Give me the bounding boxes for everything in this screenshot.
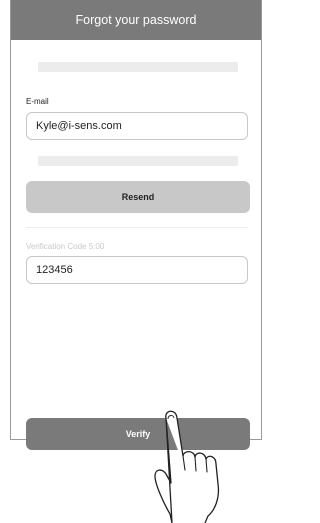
email-value: Kyle@i-sens.com — [36, 120, 122, 132]
section-divider — [26, 227, 248, 228]
email-label: E-mail — [26, 97, 49, 106]
text-placeholder-middle — [38, 156, 238, 166]
phone-screen: Forgot your password E-mail Kyle@i-sens.… — [10, 0, 262, 450]
verification-code-label: Verification Code 5:00 — [26, 242, 105, 251]
page-title: Forgot your password — [75, 13, 197, 27]
verification-code-value: 123456 — [36, 264, 73, 276]
header-bar: Forgot your password — [11, 0, 261, 40]
verification-code-field[interactable]: 123456 — [26, 256, 248, 284]
tapping-hand-icon — [154, 410, 220, 523]
resend-button[interactable]: Resend — [26, 181, 250, 213]
text-placeholder-top — [38, 62, 238, 72]
verify-label: Verify — [125, 429, 151, 439]
resend-label: Resend — [121, 192, 155, 202]
email-field[interactable]: Kyle@i-sens.com — [26, 112, 248, 140]
